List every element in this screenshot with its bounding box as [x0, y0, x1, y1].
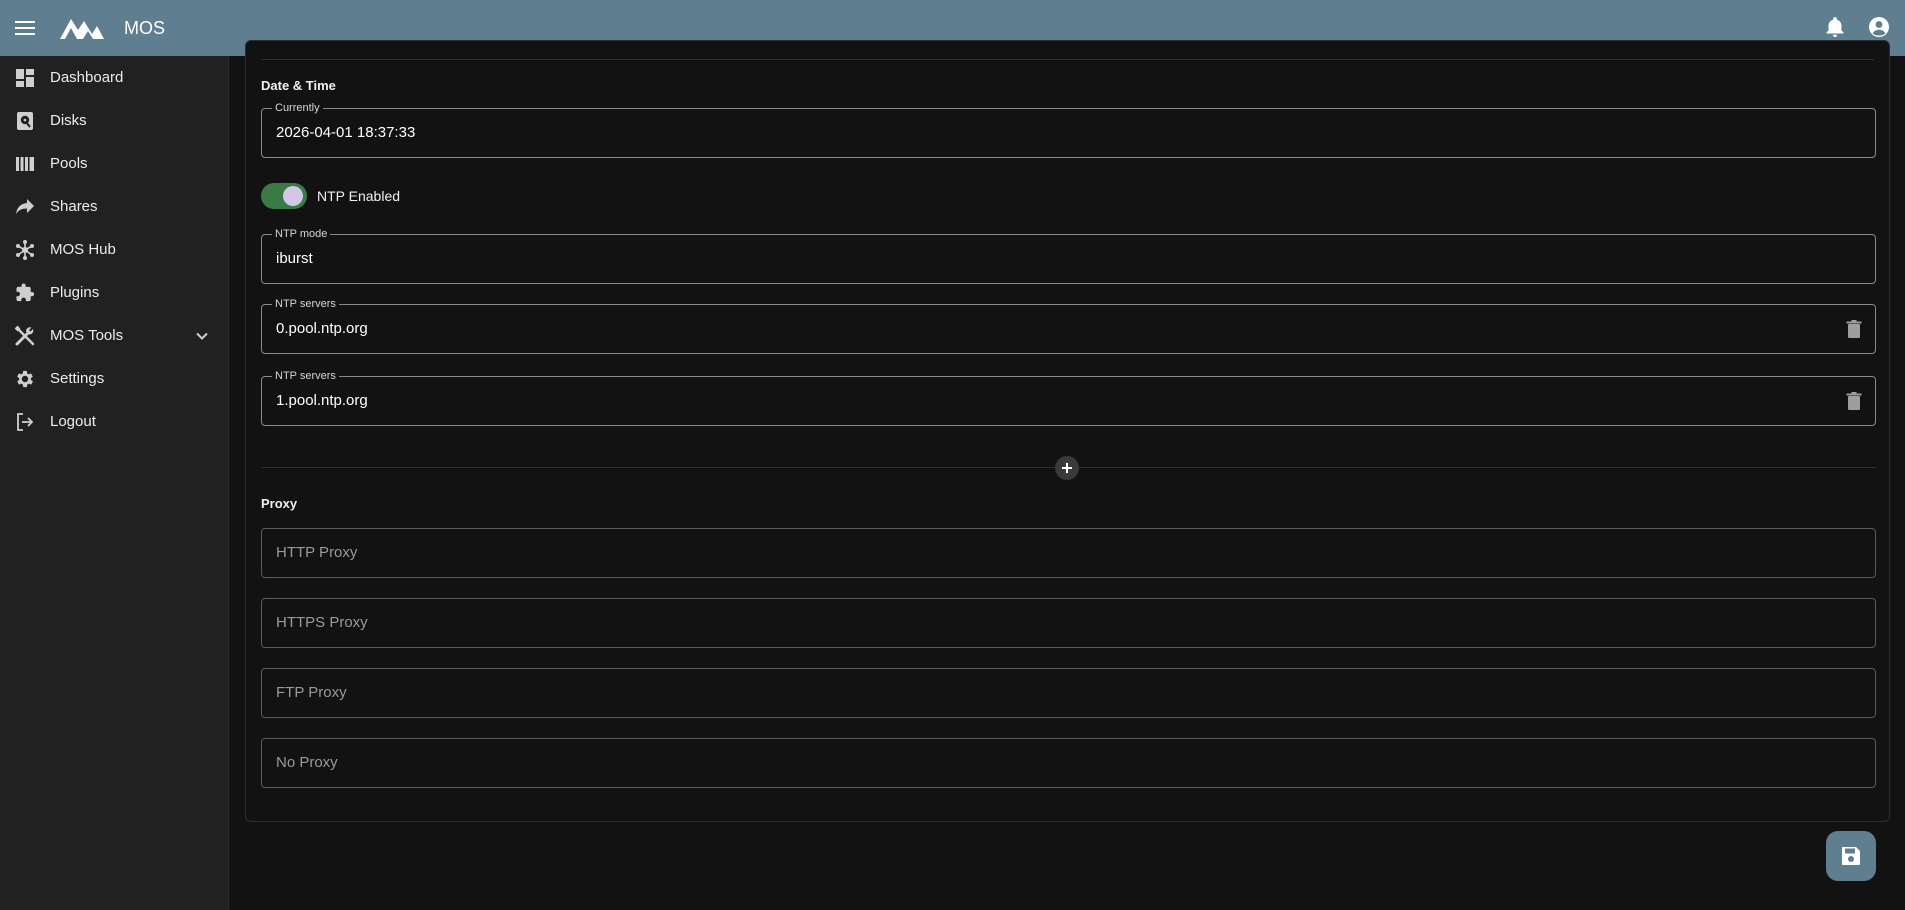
- http-proxy-placeholder: HTTP Proxy: [276, 544, 358, 561]
- ntp-server-value: 1.pool.ntp.org: [276, 392, 368, 409]
- proxy-title: Proxy: [261, 496, 298, 511]
- share-icon: [13, 195, 37, 219]
- mos-logo[interactable]: [59, 15, 105, 41]
- divider: [261, 59, 1874, 60]
- ftp-proxy-input[interactable]: FTP Proxy: [261, 668, 1876, 718]
- ntp-mode-value: iburst: [276, 250, 313, 267]
- sidebar-item-label: MOS Hub: [50, 241, 116, 258]
- sidebar-item-label: Logout: [50, 413, 96, 430]
- tools-icon: [13, 324, 37, 348]
- sidebar-item-logout[interactable]: Logout: [0, 400, 228, 443]
- currently-value: 2026-04-01 18:37:33: [276, 124, 416, 141]
- settings-card: Date & Time Currently 2026-04-01 18:37:3…: [245, 40, 1890, 822]
- https-proxy-placeholder: HTTPS Proxy: [276, 614, 368, 631]
- switch-track[interactable]: [261, 183, 307, 209]
- pools-icon: [13, 152, 37, 176]
- menu-icon[interactable]: [13, 16, 37, 40]
- puzzle-icon: [13, 281, 37, 305]
- sidebar-item-plugins[interactable]: Plugins: [0, 271, 228, 314]
- ntp-enabled-label: NTP Enabled: [317, 188, 401, 204]
- ntp-server-value: 0.pool.ntp.org: [276, 320, 368, 337]
- gear-icon: [13, 367, 37, 391]
- sidebar-item-shares[interactable]: Shares: [0, 185, 228, 228]
- sidebar-item-label: Dashboard: [50, 69, 124, 86]
- disk-icon: [13, 109, 37, 133]
- plus-icon: [1062, 463, 1072, 473]
- app-title: MOS: [124, 17, 166, 38]
- sidebar-item-disks[interactable]: Disks: [0, 99, 228, 142]
- sidebar-item-label: Plugins: [50, 284, 100, 301]
- currently-field[interactable]: Currently 2026-04-01 18:37:33: [261, 101, 1876, 158]
- ntp-server-field[interactable]: NTP servers 1.pool.ntp.org: [261, 369, 1876, 426]
- sidebar-item-dashboard[interactable]: Dashboard: [0, 56, 228, 99]
- sidebar: Dashboard Disks Pools Shares MOS Hub Plu…: [0, 56, 229, 910]
- dashboard-icon: [13, 66, 37, 90]
- bell-icon[interactable]: [1823, 15, 1847, 39]
- ntp-mode-field[interactable]: NTP mode iburst: [261, 227, 1876, 284]
- trash-icon[interactable]: [1843, 390, 1865, 412]
- ntp-enabled-switch[interactable]: NTP Enabled: [261, 183, 400, 209]
- chevron-down-icon[interactable]: [190, 324, 214, 348]
- no-proxy-placeholder: No Proxy: [276, 754, 338, 771]
- https-proxy-input[interactable]: HTTPS Proxy: [261, 598, 1876, 648]
- ntp-server-field[interactable]: NTP servers 0.pool.ntp.org: [261, 297, 1876, 354]
- trash-icon[interactable]: [1843, 318, 1865, 340]
- sidebar-item-label: Disks: [50, 112, 87, 129]
- add-ntp-server-button[interactable]: [1055, 456, 1079, 480]
- date-time-title: Date & Time: [261, 78, 336, 93]
- sidebar-item-mos-tools[interactable]: MOS Tools: [0, 314, 228, 357]
- hub-icon: [13, 238, 37, 262]
- sidebar-item-settings[interactable]: Settings: [0, 357, 228, 400]
- sidebar-item-mos-hub[interactable]: MOS Hub: [0, 228, 228, 271]
- account-circle-icon[interactable]: [1867, 15, 1891, 39]
- no-proxy-input[interactable]: No Proxy: [261, 738, 1876, 788]
- sidebar-item-label: MOS Tools: [50, 327, 124, 344]
- logout-icon: [13, 410, 37, 434]
- sidebar-item-label: Settings: [50, 370, 105, 387]
- sidebar-item-label: Pools: [50, 155, 88, 172]
- save-button[interactable]: [1826, 831, 1876, 881]
- http-proxy-input[interactable]: HTTP Proxy: [261, 528, 1876, 578]
- sidebar-item-label: Shares: [50, 198, 98, 215]
- sidebar-item-pools[interactable]: Pools: [0, 142, 228, 185]
- save-icon: [1842, 847, 1860, 865]
- switch-thumb: [283, 186, 303, 206]
- ftp-proxy-placeholder: FTP Proxy: [276, 684, 347, 701]
